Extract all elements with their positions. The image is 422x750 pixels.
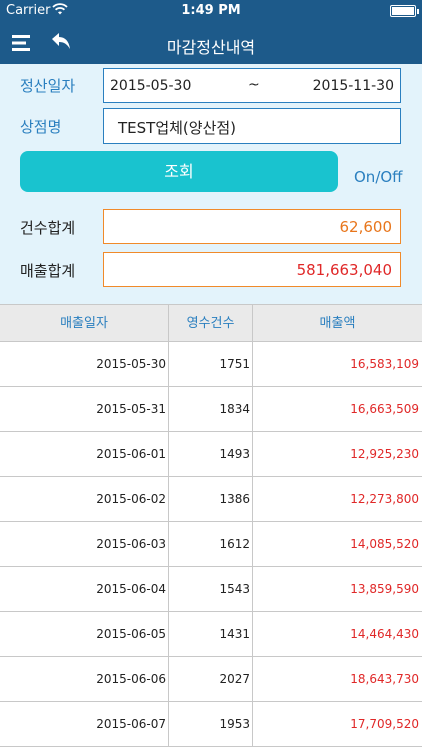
table-row[interactable]: 2015-06-04 1543 13,859,590 <box>0 567 422 612</box>
store-name-field[interactable]: TEST업체(양산점) <box>103 108 401 144</box>
cell-amount: 16,663,509 <box>350 402 419 416</box>
table-row[interactable]: 2015-05-31 1834 16,663,509 <box>0 387 422 432</box>
sales-total-field: 581,663,040 <box>103 252 401 287</box>
cell-amount: 14,464,430 <box>350 627 419 641</box>
count-total-value: 62,600 <box>339 218 393 236</box>
store-name-label: 상점명 <box>20 118 62 136</box>
table-row[interactable]: 2015-06-06 2027 18,643,730 <box>0 657 422 702</box>
count-total-field: 62,600 <box>103 209 401 244</box>
cell-date: 2015-06-02 <box>0 477 169 521</box>
table-row[interactable]: 2015-06-02 1386 12,273,800 <box>0 477 422 522</box>
cell-count: 1543 <box>169 567 253 611</box>
cell-count: 1493 <box>169 432 253 476</box>
filter-panel: 정산일자 2015-05-30 ~ 2015-11-30 상점명 TEST업체(… <box>0 64 422 304</box>
table-row[interactable]: 2015-06-07 1953 17,709,520 <box>0 702 422 747</box>
cell-count: 1386 <box>169 477 253 521</box>
date-separator: ~ <box>248 77 260 93</box>
cell-date: 2015-06-01 <box>0 432 169 476</box>
cell-amount: 12,925,230 <box>350 447 419 461</box>
date-range-field[interactable]: 2015-05-30 ~ 2015-11-30 <box>103 68 401 103</box>
nav-bar: 마감정산내역 <box>0 22 422 64</box>
cell-date: 2015-06-03 <box>0 522 169 566</box>
cell-date: 2015-05-31 <box>0 387 169 431</box>
page-title: 마감정산내역 <box>166 38 256 57</box>
cell-date: 2015-06-04 <box>0 567 169 611</box>
end-date-value[interactable]: 2015-11-30 <box>313 78 394 94</box>
cell-count: 1834 <box>169 387 253 431</box>
store-name-value: TEST업체(양산점) <box>118 119 237 137</box>
sales-total-value: 581,663,040 <box>296 261 392 279</box>
date-range-label: 정산일자 <box>20 77 76 95</box>
count-total-label: 건수합계 <box>20 219 76 237</box>
cell-count: 2027 <box>169 657 253 701</box>
cell-count: 1612 <box>169 522 253 566</box>
sales-total-label: 매출합계 <box>20 262 76 280</box>
header-sales-date[interactable]: 매출일자 <box>0 305 169 342</box>
start-date-value[interactable]: 2015-05-30 <box>110 78 191 94</box>
table-row[interactable]: 2015-05-30 1751 16,583,109 <box>0 342 422 387</box>
table-row[interactable]: 2015-06-01 1493 12,925,230 <box>0 432 422 477</box>
status-bar: Carrier 1:49 PM <box>0 0 422 22</box>
cell-count: 1431 <box>169 612 253 656</box>
table-header: 매출일자 영수건수 매출액 <box>0 304 422 342</box>
search-button[interactable]: 조회 <box>20 151 338 192</box>
header-receipt-count[interactable]: 영수건수 <box>169 305 253 342</box>
table-row[interactable]: 2015-06-03 1612 14,085,520 <box>0 522 422 567</box>
cell-amount: 17,709,520 <box>350 717 419 731</box>
cell-count: 1953 <box>169 702 253 746</box>
header-sales-amount[interactable]: 매출액 <box>253 305 422 342</box>
cell-date: 2015-05-30 <box>0 342 169 386</box>
cell-amount: 14,085,520 <box>350 537 419 551</box>
clock: 1:49 PM <box>181 3 241 18</box>
cell-amount: 18,643,730 <box>350 672 419 686</box>
cell-amount: 13,859,590 <box>350 582 419 596</box>
cell-amount: 16,583,109 <box>350 357 419 371</box>
cell-amount: 12,273,800 <box>350 492 419 506</box>
battery-icon <box>390 5 419 17</box>
cell-count: 1751 <box>169 342 253 386</box>
cell-date: 2015-06-07 <box>0 702 169 746</box>
table-row[interactable]: 2015-06-05 1431 14,464,430 <box>0 612 422 657</box>
cell-date: 2015-06-05 <box>0 612 169 656</box>
cell-date: 2015-06-06 <box>0 657 169 701</box>
onoff-toggle[interactable]: On/Off <box>354 168 403 186</box>
